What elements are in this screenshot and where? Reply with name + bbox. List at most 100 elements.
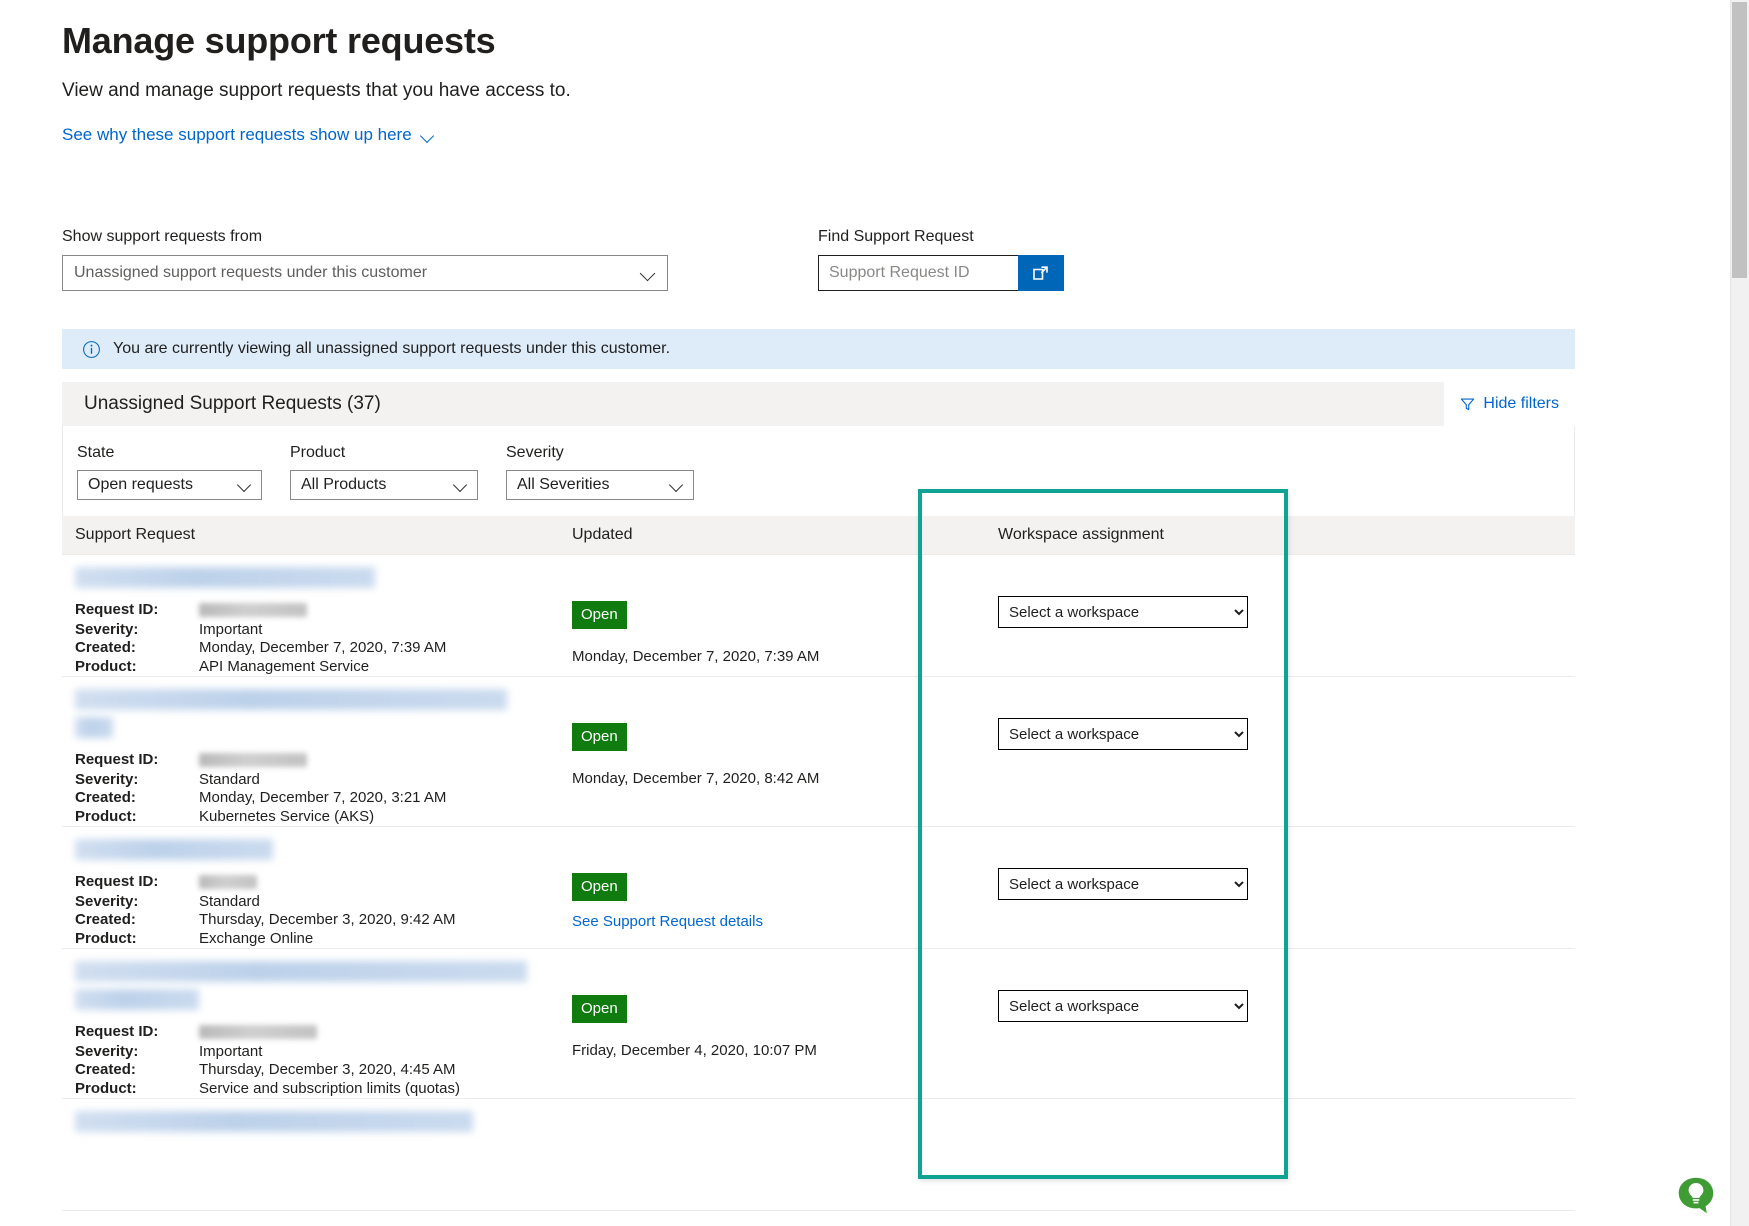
column-header-support-request: Support Request <box>75 526 196 543</box>
detail-label: Severity: <box>75 892 139 910</box>
detail-value: Thursday, December 3, 2020, 9:42 AM <box>199 911 456 928</box>
cell-support-request <box>62 1111 572 1210</box>
detail-value: Important <box>199 620 263 638</box>
detail-line: Product: Service and subscription limits … <box>75 1080 572 1099</box>
info-icon <box>83 340 100 358</box>
workspace-select[interactable]: Select a workspace <box>998 990 1248 1022</box>
detail-label: Created: <box>75 639 136 656</box>
vertical-scrollbar-track[interactable] <box>1730 0 1749 1226</box>
chevron-down-icon <box>239 480 251 492</box>
cell-updated: Open Monday, December 7, 2020, 8:42 AM <box>572 689 952 826</box>
filter-product-label: Product <box>290 444 346 461</box>
detail-value <box>199 601 307 621</box>
detail-label: Created: <box>75 789 136 806</box>
detail-label: Request ID: <box>75 601 159 618</box>
cell-workspace-assignment: Select a workspace <box>952 689 1552 826</box>
request-id-redacted <box>199 1025 317 1039</box>
detail-line: Severity: Standard <box>75 771 572 790</box>
info-banner-text: You are currently viewing all unassigned… <box>113 340 671 357</box>
see-why-link[interactable]: See why these support requests show up h… <box>0 102 435 145</box>
detail-label: Severity: <box>75 620 139 638</box>
cell-updated: Open Friday, December 4, 2020, 10:07 PM <box>572 961 952 1098</box>
find-request-label: Find Support Request <box>818 228 974 245</box>
page-title: Manage support requests <box>62 20 496 61</box>
funnel-icon <box>1461 398 1475 410</box>
workspace-select[interactable]: Select a workspace <box>998 868 1248 900</box>
request-title-redacted[interactable] <box>75 717 113 738</box>
filter-severity-label: Severity <box>506 444 564 461</box>
cell-workspace-assignment <box>952 1111 1552 1210</box>
request-title-redacted[interactable] <box>75 567 375 588</box>
table-row[interactable]: Request ID: Severity: Important Created: Mon… <box>62 554 1575 677</box>
vertical-scrollbar-thumb[interactable] <box>1732 2 1747 278</box>
detail-line: Request ID: <box>75 751 572 771</box>
lightbulb-feedback-icon <box>1678 1177 1714 1214</box>
requests-panel: Unassigned Support Requests (37) Hide fi… <box>62 382 1575 1211</box>
filter-state-value: Open requests <box>88 476 193 493</box>
show-requests-value: Unassigned support requests under this c… <box>74 264 428 281</box>
detail-line: Request ID: <box>75 873 572 893</box>
filter-product-dropdown[interactable]: All Products <box>290 470 478 500</box>
updated-timestamp: Monday, December 7, 2020, 8:42 AM <box>572 770 820 787</box>
support-request-id-input[interactable] <box>818 255 1018 291</box>
detail-line: Product: Kubernetes Service (AKS) <box>75 808 572 827</box>
table-row[interactable]: Request ID: Severity: Important Created: Thu… <box>62 949 1575 1099</box>
cell-workspace-assignment: Select a workspace <box>952 961 1552 1098</box>
detail-line: Created: Thursday, December 3, 2020, 9:42… <box>75 911 572 930</box>
filter-product-value: All Products <box>301 476 387 493</box>
updated-timestamp: Friday, December 4, 2020, 10:07 PM <box>572 1042 817 1059</box>
hide-filters-button[interactable]: Hide filters <box>1444 382 1575 426</box>
cell-support-request: Request ID: Severity: Standard Created: Mond… <box>62 689 572 826</box>
show-requests-dropdown[interactable]: Unassigned support requests under this c… <box>62 255 668 291</box>
detail-value: Monday, December 7, 2020, 3:21 AM <box>199 789 447 806</box>
detail-value: Important <box>199 1042 263 1060</box>
top-filter-area: Show support requests from Unassigned su… <box>0 228 1749 308</box>
request-title-redacted[interactable] <box>75 989 199 1010</box>
detail-value: Standard <box>199 770 260 788</box>
table-body: Request ID: Severity: Important Created: Mon… <box>62 554 1575 1211</box>
request-title-redacted[interactable] <box>75 839 273 860</box>
filter-state-label: State <box>77 444 115 461</box>
detail-label: Request ID: <box>75 751 159 768</box>
chevron-down-icon <box>671 480 683 492</box>
detail-value: API Management Service <box>199 657 370 675</box>
detail-line: Severity: Standard <box>75 893 572 912</box>
detail-line: Product: API Management Service <box>75 658 572 677</box>
detail-line: Created: Monday, December 7, 2020, 3:21 A… <box>75 789 572 808</box>
request-title-redacted[interactable] <box>75 689 507 710</box>
detail-value: Service and subscription limits (quotas) <box>199 1079 460 1097</box>
see-request-details-link[interactable]: See Support Request details <box>572 913 952 930</box>
table-row[interactable]: Request ID: Severity: Standard Created: Mond… <box>62 677 1575 827</box>
detail-label: Product: <box>75 1079 137 1097</box>
updated-timestamp: Monday, December 7, 2020, 7:39 AM <box>572 648 820 665</box>
request-title-redacted[interactable] <box>75 1111 473 1132</box>
filter-state-dropdown[interactable]: Open requests <box>77 470 262 500</box>
workspace-select[interactable]: Select a workspace <box>998 718 1248 750</box>
panel-title: Unassigned Support Requests (37) <box>84 393 381 414</box>
page-subtitle: View and manage support requests that yo… <box>62 80 571 101</box>
filter-severity-dropdown[interactable]: All Severities <box>506 470 694 500</box>
table-row[interactable] <box>62 1099 1575 1211</box>
detail-value <box>199 873 257 893</box>
cell-support-request: Request ID: Severity: Important Created: Mon… <box>62 567 572 676</box>
table-row[interactable]: Request ID: Severity: Standard Created: Thur… <box>62 827 1575 949</box>
cell-support-request: Request ID: Severity: Standard Created: Thur… <box>62 839 572 948</box>
feedback-widget-button[interactable] <box>1673 1172 1719 1218</box>
detail-label: Request ID: <box>75 873 159 890</box>
workspace-select[interactable]: Select a workspace <box>998 596 1248 628</box>
detail-label: Severity: <box>75 770 139 788</box>
detail-line: Request ID: <box>75 601 572 621</box>
open-request-button[interactable] <box>1018 255 1064 291</box>
detail-value <box>199 751 307 771</box>
detail-label: Created: <box>75 1061 136 1078</box>
detail-label: Product: <box>75 657 137 675</box>
show-requests-label: Show support requests from <box>62 228 263 245</box>
detail-value: Thursday, December 3, 2020, 4:45 AM <box>199 1061 456 1078</box>
detail-value: Standard <box>199 892 260 910</box>
status-badge: Open <box>572 873 627 901</box>
detail-line: Created: Monday, December 7, 2020, 7:39 A… <box>75 639 572 658</box>
request-title-redacted[interactable] <box>75 961 527 982</box>
detail-label: Product: <box>75 929 137 947</box>
detail-label: Severity: <box>75 1042 139 1060</box>
column-header-updated: Updated <box>572 526 633 543</box>
